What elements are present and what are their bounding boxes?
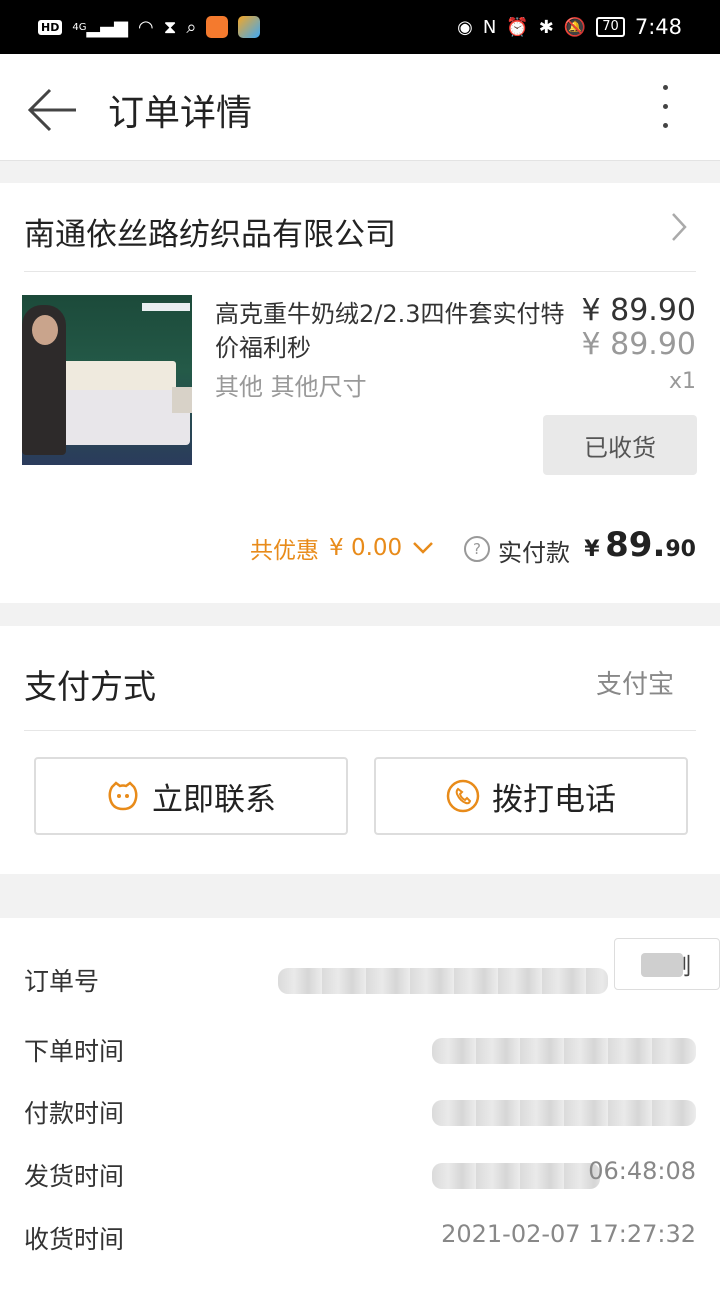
receive-time-row: 收货时间 2021-02-07 17:27:32 bbox=[24, 1220, 696, 1260]
video-app-icon bbox=[206, 16, 229, 38]
back-button[interactable] bbox=[26, 82, 82, 138]
contact-now-button[interactable]: 立即联系 bbox=[34, 757, 348, 835]
chat-icon: ⌕ bbox=[186, 16, 197, 38]
product-price-paid: ¥ 89.90 bbox=[581, 293, 696, 328]
paid-amount: ¥ 89.90 bbox=[584, 525, 696, 565]
paid-label: 实付款 bbox=[498, 539, 570, 567]
signal-icon: 4G ▂▄▆ bbox=[72, 16, 128, 38]
clock: 7:48 bbox=[634, 15, 682, 39]
pay-time-label: 付款时间 bbox=[24, 1099, 125, 1128]
mute-icon: 🔕 bbox=[563, 16, 587, 38]
eye-icon: ◉ bbox=[457, 16, 473, 38]
payment-card: 支付方式 支付宝 立即联系 拨打电话 bbox=[0, 626, 720, 874]
payment-method-value: 支付宝 bbox=[595, 670, 674, 700]
bluetooth-icon: ✱ bbox=[538, 16, 554, 38]
phone-icon bbox=[446, 779, 480, 813]
question-icon[interactable]: ? bbox=[464, 536, 490, 562]
img-lamp bbox=[142, 303, 190, 311]
product-image[interactable] bbox=[22, 295, 192, 465]
ship-time-value: 06:48:08 bbox=[588, 1157, 696, 1185]
wifi-icon: ◠ bbox=[138, 16, 154, 38]
order-number-redacted bbox=[278, 968, 608, 994]
order-number-label: 订单号 bbox=[24, 967, 100, 996]
more-options-button[interactable] bbox=[650, 80, 680, 140]
order-card: 南通依丝路纺织品有限公司 高克重牛奶绒2/2.3四件套实付特价福利秒 ¥ 89.… bbox=[0, 183, 720, 603]
chevron-down-icon bbox=[413, 542, 434, 554]
product-price-original: ¥ 89.90 bbox=[581, 327, 696, 362]
discount-label: 共优惠 bbox=[250, 538, 319, 564]
chat-face-icon bbox=[108, 781, 138, 811]
product-quantity: x1 bbox=[668, 369, 696, 394]
img-person bbox=[22, 305, 66, 455]
contact-now-label: 立即联系 bbox=[152, 781, 276, 818]
hourglass-icon: ⧗ bbox=[163, 16, 177, 38]
divider bbox=[24, 730, 696, 731]
shop-name: 南通依丝路纺织品有限公司 bbox=[24, 217, 396, 253]
hd-icon: HD bbox=[38, 19, 63, 35]
order-time-redacted bbox=[432, 1038, 696, 1064]
alarm-icon: ⏰ bbox=[506, 16, 529, 38]
product-title[interactable]: 高克重牛奶绒2/2.3四件套实付特价福利秒 bbox=[215, 297, 585, 365]
app-bar: 订单详情 bbox=[0, 54, 720, 161]
paid-decimal: 90 bbox=[665, 537, 696, 562]
payment-method-label: 支付方式 bbox=[24, 667, 156, 706]
nfc-icon: N bbox=[482, 16, 497, 38]
copy-button[interactable]: 制 bbox=[614, 938, 720, 990]
network-type: 4G bbox=[72, 21, 87, 33]
receive-time-label: 收货时间 bbox=[24, 1225, 125, 1254]
call-phone-button[interactable]: 拨打电话 bbox=[374, 757, 688, 835]
shop-row[interactable]: 南通依丝路纺织品有限公司 bbox=[24, 183, 696, 272]
copy-label-redacted bbox=[641, 953, 683, 977]
battery-icon: 70 bbox=[596, 17, 625, 37]
discount-toggle[interactable]: 共优惠 ¥ 0.00 bbox=[250, 531, 434, 565]
paid-currency: ¥ bbox=[584, 537, 600, 562]
img-face bbox=[32, 315, 58, 345]
more-vertical-icon bbox=[650, 85, 680, 128]
arrow-left-icon bbox=[27, 88, 76, 132]
chevron-right-icon bbox=[672, 213, 687, 241]
order-time-row: 下单时间 bbox=[24, 1032, 696, 1072]
img-nightstand bbox=[172, 387, 192, 413]
product-spec: 其他 其他尺寸 bbox=[215, 373, 367, 401]
ship-time-row: 发货时间 06:48:08 bbox=[24, 1157, 696, 1197]
status-bar: HD 4G ▂▄▆ ◠ ⧗ ⌕ ◉ N ⏰ ✱ 🔕 70 7:48 bbox=[0, 0, 720, 54]
order-details-card: 订单号 制 下单时间 付款时间 发货时间 06:48:08 收货时间 2021-… bbox=[0, 918, 720, 1296]
receive-time-value: 2021-02-07 17:27:32 bbox=[441, 1220, 696, 1248]
shop-app-icon bbox=[238, 16, 261, 38]
ship-time-redacted bbox=[432, 1163, 600, 1189]
call-phone-label: 拨打电话 bbox=[492, 781, 616, 818]
discount-value: ¥ 0.00 bbox=[329, 535, 403, 561]
status-bar-right: ◉ N ⏰ ✱ 🔕 70 7:48 bbox=[457, 15, 682, 39]
pay-time-row: 付款时间 bbox=[24, 1094, 696, 1134]
pay-time-redacted bbox=[432, 1100, 696, 1126]
ship-time-label: 发货时间 bbox=[24, 1162, 125, 1191]
received-status-button[interactable]: 已收货 bbox=[543, 415, 697, 475]
page-title: 订单详情 bbox=[108, 93, 253, 134]
order-number-row: 订单号 制 bbox=[24, 938, 720, 1002]
paid-integer: 89. bbox=[605, 525, 666, 565]
status-bar-left: HD 4G ▂▄▆ ◠ ⧗ ⌕ bbox=[38, 16, 261, 38]
order-time-label: 下单时间 bbox=[24, 1037, 125, 1066]
